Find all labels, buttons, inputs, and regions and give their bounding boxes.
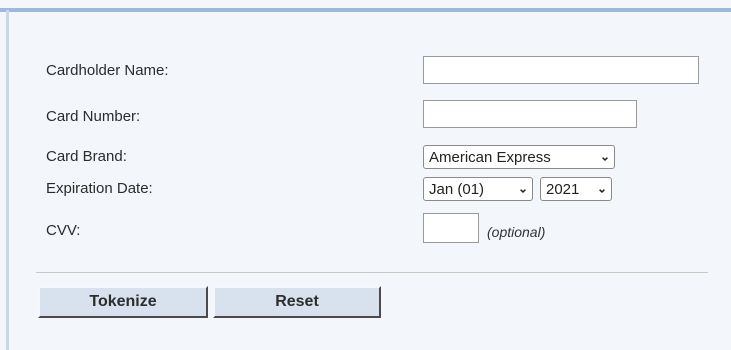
cvv-optional-note: (optional) (487, 224, 546, 240)
divider (36, 272, 708, 273)
cvv-label: CVV: (46, 222, 81, 239)
card-number-input[interactable] (423, 100, 637, 128)
card-brand-label: Card Brand: (46, 148, 127, 165)
chevron-down-icon: ⌄ (596, 181, 607, 196)
expiration-date-label: Expiration Date: (46, 180, 153, 197)
reset-button[interactable]: Reset (213, 286, 381, 318)
form-panel: Cardholder Name: Card Number: Card Brand… (0, 0, 731, 350)
chevron-down-icon: ⌄ (517, 181, 528, 196)
expiration-month-select[interactable]: Jan (01) ⌄ (423, 177, 533, 201)
card-brand-selected-value: American Express (429, 148, 551, 166)
chevron-down-icon: ⌄ (599, 149, 610, 164)
cardholder-name-input[interactable] (423, 56, 699, 84)
expiration-year-selected-value: 2021 (546, 180, 580, 198)
panel-left-border (6, 10, 9, 350)
cardholder-name-label: Cardholder Name: (46, 62, 169, 79)
card-brand-select[interactable]: American Express ⌄ (423, 145, 615, 169)
cvv-input[interactable] (423, 213, 479, 243)
expiration-month-selected-value: Jan (01) (429, 180, 485, 198)
tokenize-button[interactable]: Tokenize (38, 286, 208, 318)
card-number-label: Card Number: (46, 108, 141, 125)
expiration-year-select[interactable]: 2021 ⌄ (540, 177, 612, 201)
panel-top-border (0, 8, 731, 12)
